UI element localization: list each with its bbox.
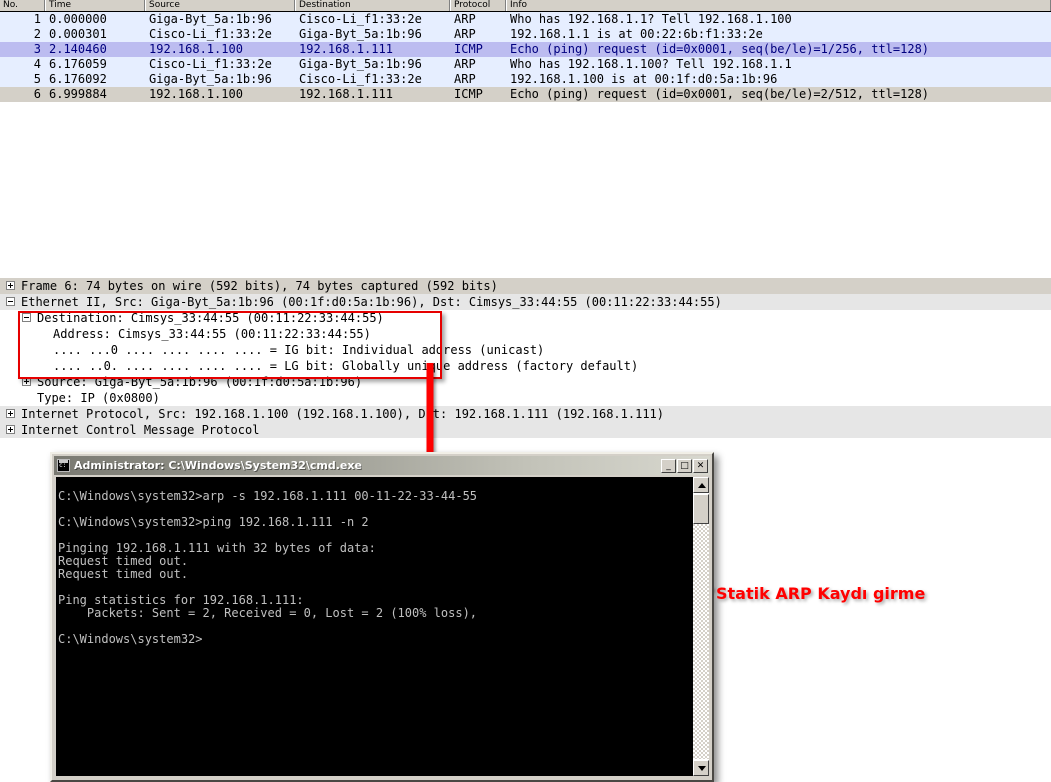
packet-cell-time: 6.176059 [49,57,107,71]
packet-row[interactable]: 4 6.176059 Cisco-Li_f1:33:2e Giga-Byt_5a:1b… [0,57,1051,72]
packet-detail-pane[interactable]: Frame 6: 74 bytes on wire (592 bits), 74… [0,278,1051,438]
packet-cell-destination: Giga-Byt_5a:1b:96 [299,27,422,41]
packet-cell-protocol: ARP [454,27,476,41]
column-header-info[interactable]: Info [506,0,1051,11]
scrollbar-track[interactable] [693,524,709,759]
column-header-source[interactable]: Source [145,0,295,11]
detail-tree-row[interactable]: Internet Control Message Protocol [0,422,1051,438]
packet-row[interactable]: 5 6.176092 Giga-Byt_5a:1b:96 Cisco-Li_f1:33… [0,72,1051,87]
detail-tree-label: .... ...0 .... .... .... .... = IG bit: … [53,343,545,357]
expand-icon[interactable] [6,425,15,434]
packet-cell-info: Echo (ping) request (id=0x0001, seq(be/l… [510,42,930,56]
detail-tree-label: Frame 6: 74 bytes on wire (592 bits), 74… [21,279,498,293]
expand-icon[interactable] [6,281,15,290]
packet-cell-protocol: ARP [454,57,476,71]
close-button[interactable]: ✕ [693,458,708,473]
packet-cell-protocol: ARP [454,72,476,86]
packet-list-pane[interactable]: No. Time Source Destination Protocol Info 1 0.… [0,0,1051,102]
cmd-titlebar[interactable]: Administrator: C:\Windows\System32\cmd.e… [54,456,710,475]
detail-tree-label: .... ..0. .... .... .... .... = LG bit: … [53,359,639,373]
detail-tree-row[interactable]: Internet Protocol, Src: 192.168.1.100 (1… [0,406,1051,422]
packet-cell-time: 6.999884 [49,87,107,101]
packet-cell-info: 192.168.1.100 is at 00:1f:d0:5a:1b:96 [510,72,778,86]
detail-tree-row[interactable]: Frame 6: 74 bytes on wire (592 bits), 74… [0,278,1051,294]
packet-cell-no: 5 [33,72,41,86]
collapse-icon[interactable] [6,297,15,306]
packet-cell-destination: Giga-Byt_5a:1b:96 [299,57,422,71]
cmd-console-icon [57,459,70,472]
packet-cell-no: 2 [33,27,41,41]
packet-cell-info: Echo (ping) request (id=0x0001, seq(be/l… [510,87,930,101]
packet-cell-source: Cisco-Li_f1:33:2e [149,57,272,71]
packet-list-body[interactable]: 1 0.000000 Giga-Byt_5a:1b:96 Cisco-Li_f1:33… [0,12,1051,102]
packet-cell-source: Giga-Byt_5a:1b:96 [149,72,272,86]
packet-cell-no: 3 [33,42,41,56]
expand-icon[interactable] [6,409,15,418]
scrollbar-thumb[interactable] [693,494,709,524]
detail-tree-label: Address: Cimsys_33:44:55 (00:11:22:33:44… [53,327,371,341]
packet-cell-destination: 192.168.1.111 [299,42,393,56]
detail-tree-label: Type: IP (0x0800) [37,391,160,405]
detail-tree-row[interactable]: Destination: Cimsys_33:44:55 (00:11:22:3… [0,310,1051,326]
column-header-time[interactable]: Time [45,0,145,11]
packet-cell-no: 4 [33,57,41,71]
detail-tree-label: Source: Giga-Byt_5a:1b:96 (00:1f:d0:5a:1… [37,375,363,389]
console-line: C:\Windows\system32>arp -s 192.168.1.111… [58,489,478,503]
packet-cell-time: 6.176092 [49,72,107,86]
packet-row[interactable]: 1 0.000000 Giga-Byt_5a:1b:96 Cisco-Li_f1:33… [0,12,1051,27]
detail-tree-label: Internet Protocol, Src: 192.168.1.100 (1… [21,407,664,421]
annotation-label: Statik ARP Kaydı girme [716,584,926,603]
packet-cell-source: Giga-Byt_5a:1b:96 [149,12,272,26]
cmd-console-output[interactable]: C:\Windows\system32>arp -s 192.168.1.111… [56,477,696,776]
cmd-scrollbar[interactable] [693,477,709,776]
detail-tree-label: Internet Control Message Protocol [21,423,260,437]
detail-tree-row[interactable]: Ethernet II, Src: Giga-Byt_5a:1b:96 (00:… [0,294,1051,310]
console-line: C:\Windows\system32>ping 192.168.1.111 -… [58,515,369,529]
cmd-window[interactable]: Administrator: C:\Windows\System32\cmd.e… [50,452,714,782]
detail-tree-row[interactable]: .... ..0. .... .... .... .... = LG bit: … [0,358,1051,374]
packet-list-header[interactable]: No. Time Source Destination Protocol Info [0,0,1051,12]
column-header-no[interactable]: No. [0,0,45,11]
packet-row[interactable]: 6 6.999884 192.168.1.100 192.168.1.111 ICMP E… [0,87,1051,102]
column-header-destination[interactable]: Destination [295,0,450,11]
packet-row[interactable]: 2 0.000301 Cisco-Li_f1:33:2e Giga-Byt_5a:1b… [0,27,1051,42]
packet-cell-protocol: ARP [454,12,476,26]
packet-cell-time: 2.140460 [49,42,107,56]
packet-cell-info: Who has 192.168.1.1? Tell 192.168.1.100 [510,12,792,26]
window-buttons[interactable]: _ □ ✕ [661,458,710,473]
packet-cell-destination: Cisco-Li_f1:33:2e [299,12,422,26]
cmd-window-title: Administrator: C:\Windows\System32\cmd.e… [74,459,362,472]
detail-tree-row[interactable]: Source: Giga-Byt_5a:1b:96 (00:1f:d0:5a:1… [0,374,1051,390]
packet-cell-time: 0.000000 [49,12,107,26]
detail-tree-row[interactable]: .... ...0 .... .... .... .... = IG bit: … [0,342,1051,358]
detail-tree-row[interactable]: Address: Cimsys_33:44:55 (00:11:22:33:44… [0,326,1051,342]
packet-cell-destination: 192.168.1.111 [299,87,393,101]
scroll-up-icon[interactable] [693,477,709,493]
packet-cell-source: Cisco-Li_f1:33:2e [149,27,272,41]
packet-cell-source: 192.168.1.100 [149,87,243,101]
detail-tree-label: Ethernet II, Src: Giga-Byt_5a:1b:96 (00:… [21,295,722,309]
packet-cell-source: 192.168.1.100 [149,42,243,56]
scroll-down-icon[interactable] [693,760,709,776]
packet-cell-time: 0.000301 [49,27,107,41]
column-header-protocol[interactable]: Protocol [450,0,506,11]
packet-cell-no: 1 [33,12,41,26]
minimize-button[interactable]: _ [661,458,676,473]
maximize-button[interactable]: □ [677,458,692,473]
collapse-icon[interactable] [22,313,31,322]
packet-cell-protocol: ICMP [454,87,483,101]
packet-cell-protocol: ICMP [454,42,483,56]
packet-cell-info: 192.168.1.1 is at 00:22:6b:f1:33:2e [510,27,763,41]
detail-tree-label: Destination: Cimsys_33:44:55 (00:11:22:3… [37,311,384,325]
packet-cell-no: 6 [33,87,41,101]
console-line: Packets: Sent = 2, Received = 0, Lost = … [58,606,478,620]
expand-icon[interactable] [22,377,31,386]
console-line: C:\Windows\system32> [58,632,203,646]
packet-cell-destination: Cisco-Li_f1:33:2e [299,72,422,86]
packet-cell-info: Who has 192.168.1.100? Tell 192.168.1.1 [510,57,792,71]
console-line: Request timed out. [58,567,189,581]
detail-tree-row[interactable]: Type: IP (0x0800) [0,390,1051,406]
packet-row[interactable]: 3 2.140460 192.168.1.100 192.168.1.111 ICMP E… [0,42,1051,57]
